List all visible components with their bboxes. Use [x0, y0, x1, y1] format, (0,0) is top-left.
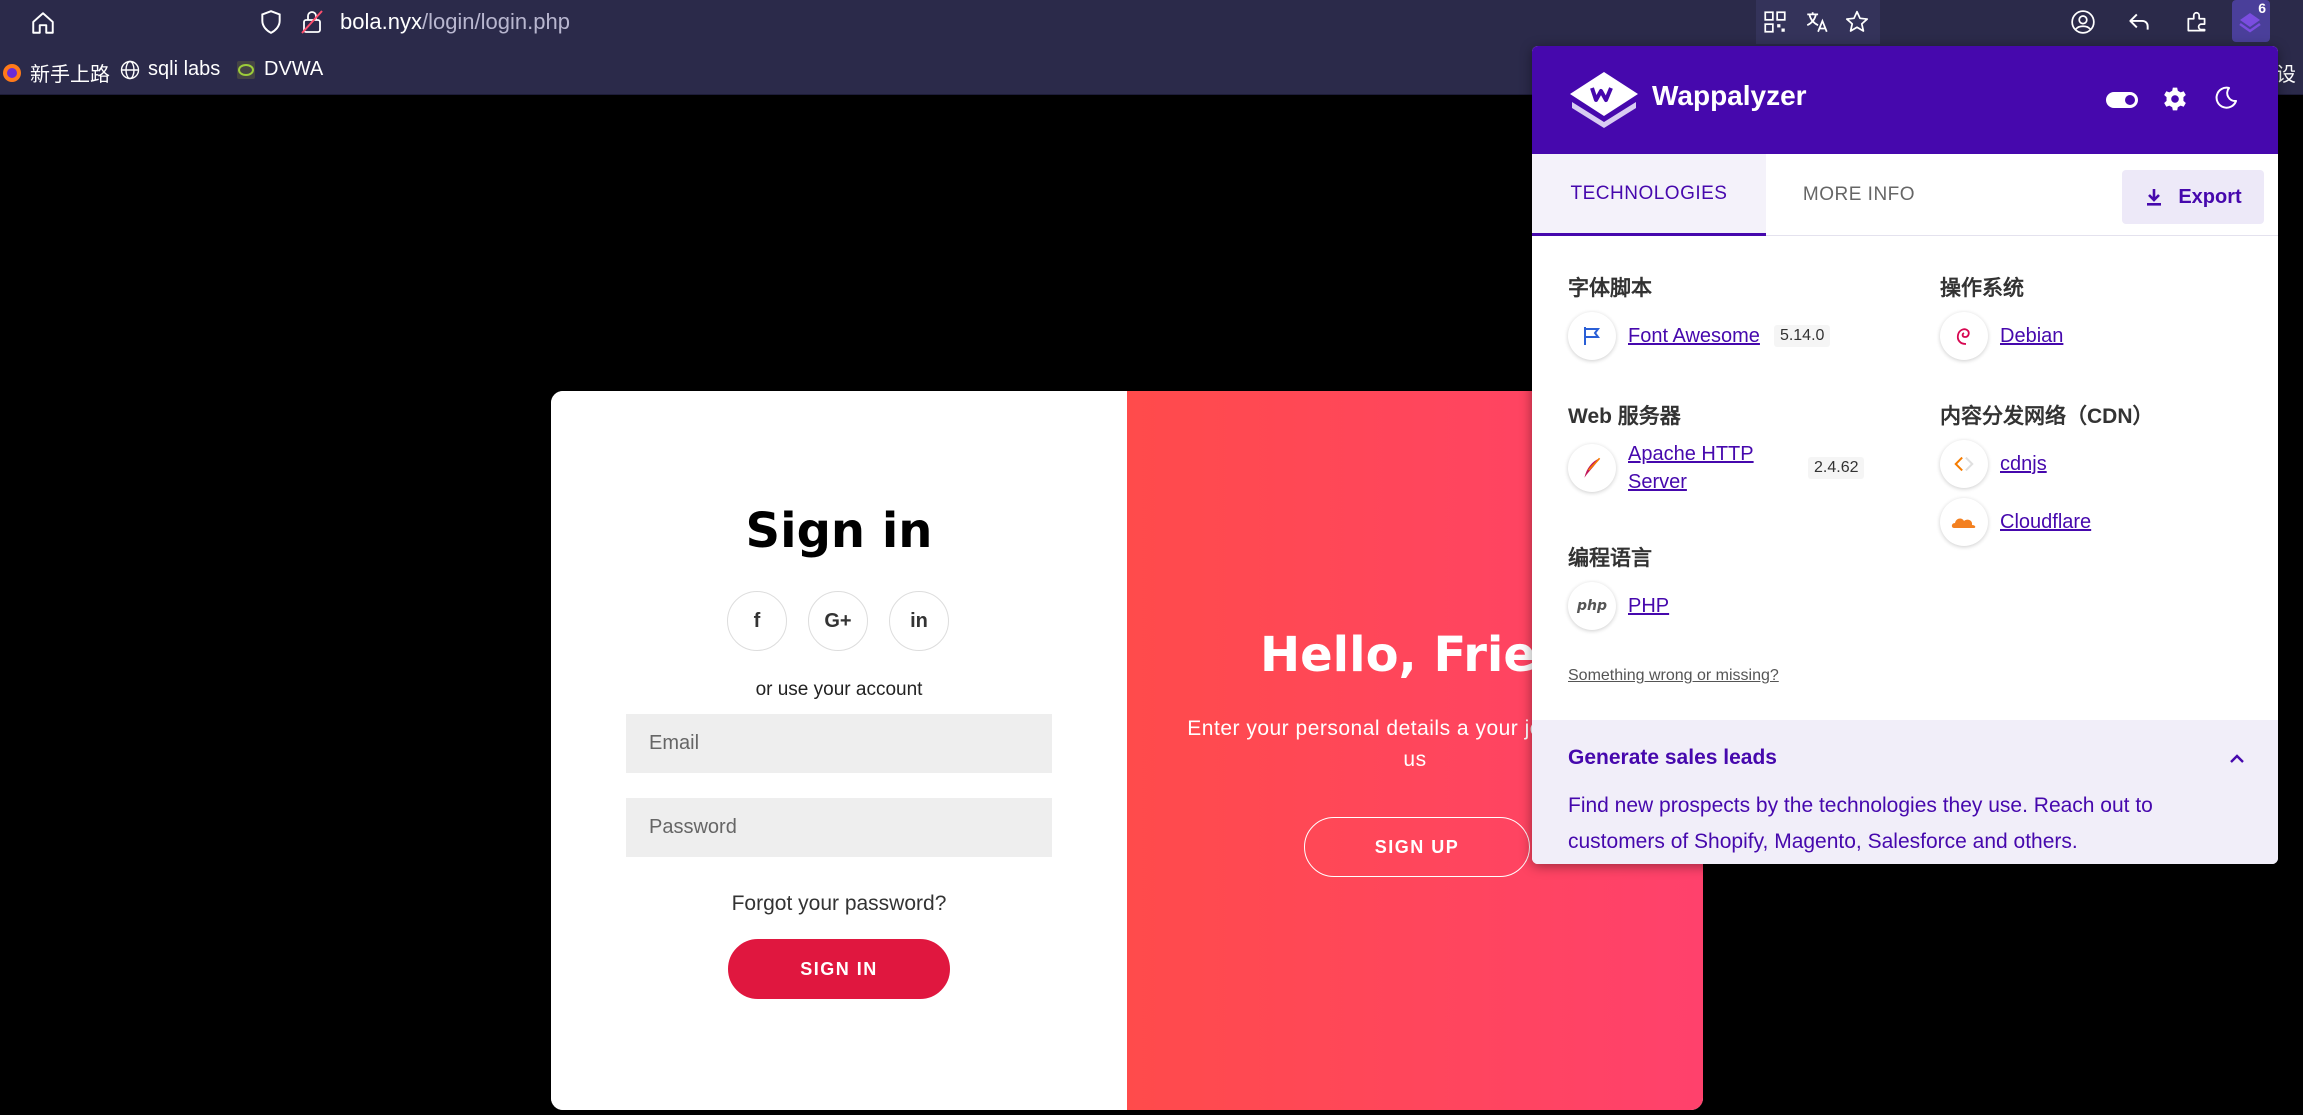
google-plus-button[interactable]: G+ [808, 591, 868, 651]
category-programming-languages: 编程语言 [1568, 547, 1652, 570]
bookmark-item[interactable]: 新手上路 [2, 58, 110, 87]
cdnjs-icon [1940, 440, 1988, 488]
account-icon[interactable] [2070, 9, 2096, 35]
sales-leads-section: Generate sales leads Find new prospects … [1532, 720, 2278, 864]
translate-icon[interactable] [1804, 9, 1830, 35]
signin-title: Sign in [745, 503, 933, 559]
wappalyzer-popup: Wappalyzer TECHNOLOGIES MORE INFO Export… [1532, 46, 2278, 864]
tech-name[interactable]: Apache HTTP Server [1628, 440, 1808, 496]
tab-technologies[interactable]: TECHNOLOGIES [1532, 154, 1766, 236]
wappalyzer-header: Wappalyzer [1532, 46, 2278, 154]
font-awesome-flag-icon [1568, 312, 1616, 360]
firefox-icon [3, 63, 21, 82]
category-web-servers: Web 服务器 [1568, 405, 1681, 428]
debian-swirl-icon [1940, 312, 1988, 360]
tech-version: 5.14.0 [1773, 325, 1831, 347]
tech-apache[interactable]: Apache HTTP Server 2.4.62 [1568, 440, 1865, 496]
tech-name[interactable]: PHP [1628, 592, 1669, 620]
bookmark-item[interactable]: sqli labs [120, 58, 220, 81]
chevron-up-icon[interactable] [2228, 750, 2246, 768]
tech-cloudflare[interactable]: Cloudflare [1940, 498, 2091, 546]
tech-name[interactable]: cdnjs [2000, 450, 2047, 478]
star-icon[interactable] [1844, 9, 1870, 35]
forgot-password-link[interactable]: Forgot your password? [551, 892, 1127, 916]
wappalyzer-logo-icon [1570, 72, 1638, 128]
category-cdn: 内容分发网络（CDN） [1940, 405, 2154, 428]
address-bar[interactable]: bola.nyx/login/login.php [340, 9, 570, 35]
download-icon [2147, 189, 2162, 206]
lock-icon[interactable] [300, 9, 324, 35]
url-path: /login/login.php [421, 9, 570, 34]
tech-version: 2.4.62 [1808, 457, 1865, 479]
apache-feather-icon [1568, 444, 1616, 492]
leads-description: Find new prospects by the technologies t… [1568, 794, 2153, 853]
wappalyzer-tabs: TECHNOLOGIES MORE INFO Export [1532, 154, 2278, 236]
shield-icon[interactable] [258, 9, 284, 35]
tech-cdnjs[interactable]: cdnjs [1940, 440, 2047, 488]
toggle-knob [2125, 95, 2135, 105]
bookmark-overflow-text: 设 [2276, 64, 2296, 86]
export-button[interactable]: Export [2122, 170, 2264, 224]
tech-php[interactable]: php PHP [1568, 582, 1669, 630]
home-icon[interactable] [30, 10, 56, 36]
login-card: Sign in f G+ in or use your account Forg… [551, 391, 1703, 1110]
address-bar-actions [1756, 0, 1880, 44]
wappalyzer-extension-button[interactable]: 6 [2232, 0, 2270, 42]
browser-toolbar: bola.nyx/login/login.php 6 [0, 0, 2303, 44]
url-host: bola.nyx [340, 9, 422, 34]
tech-name[interactable]: Debian [2000, 322, 2063, 350]
signin-panel: Sign in f G+ in or use your account Forg… [551, 391, 1127, 1110]
signup-button[interactable]: SIGN UP [1304, 817, 1530, 877]
bookmark-label: sqli labs [148, 58, 221, 80]
extension-badge-count: 6 [2258, 0, 2266, 16]
tech-name[interactable]: Font Awesome [1628, 322, 1760, 350]
enable-toggle[interactable] [2106, 92, 2138, 108]
php-icon: php [1568, 582, 1616, 630]
extensions-icon[interactable] [2184, 9, 2210, 35]
or-use-account-text: or use your account [755, 679, 923, 700]
export-label: Export [2178, 185, 2242, 208]
bookmark-label: DVWA [264, 58, 324, 80]
back-arrow-icon[interactable] [2126, 9, 2152, 35]
bookmark-label: 新手上路 [30, 64, 110, 86]
tech-debian[interactable]: Debian [1940, 312, 2063, 360]
bookmark-item[interactable]: DVWA [236, 58, 323, 81]
globe-icon [120, 60, 140, 79]
wappalyzer-title: Wappalyzer [1652, 80, 1807, 111]
category-font-scripts: 字体脚本 [1568, 277, 1652, 300]
cloudflare-cloud-icon [1940, 498, 1988, 546]
tech-font-awesome[interactable]: Font Awesome 5.14.0 [1568, 312, 1831, 360]
facebook-button[interactable]: f [727, 591, 787, 651]
something-wrong-link[interactable]: Something wrong or missing? [1568, 667, 1779, 685]
gear-icon[interactable] [2162, 86, 2188, 112]
email-field[interactable] [626, 714, 1052, 773]
category-operating-systems: 操作系统 [1940, 277, 2024, 300]
qr-code-icon[interactable] [1762, 9, 1788, 35]
tab-more-info[interactable]: MORE INFO [1766, 154, 1952, 236]
signin-button[interactable]: SIGN IN [728, 939, 950, 999]
tech-name[interactable]: Cloudflare [2000, 508, 2091, 536]
password-field[interactable] [626, 798, 1052, 857]
linkedin-button[interactable]: in [889, 591, 949, 651]
leads-title[interactable]: Generate sales leads [1568, 746, 1777, 770]
moon-icon[interactable] [2214, 86, 2238, 110]
dvwa-icon [237, 60, 255, 79]
